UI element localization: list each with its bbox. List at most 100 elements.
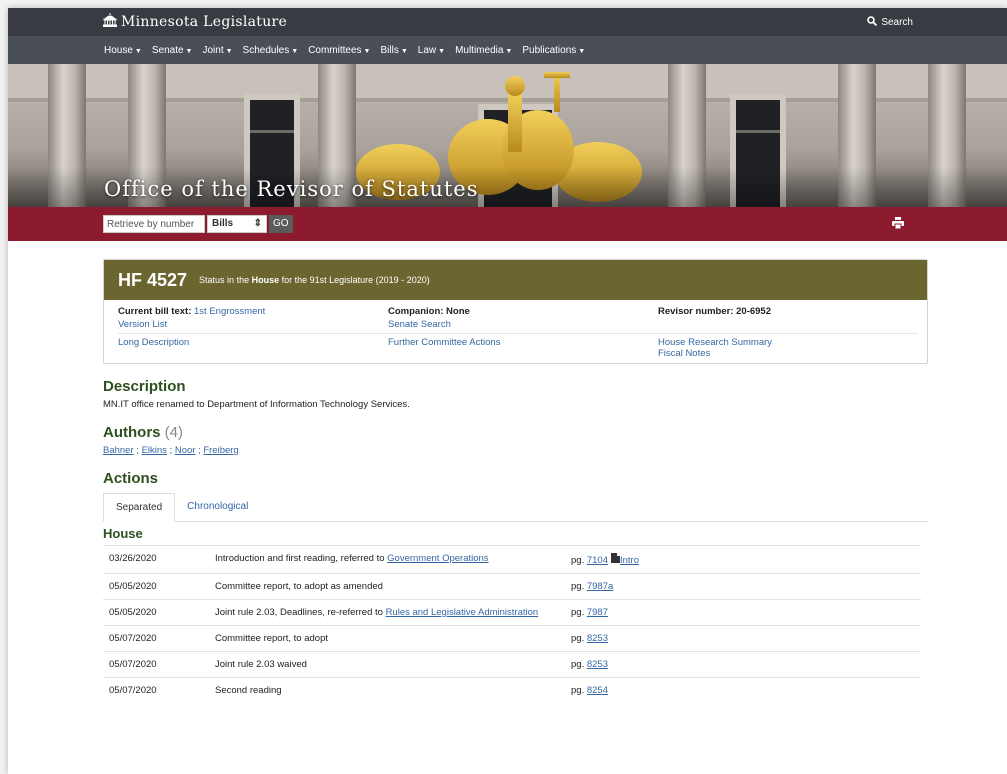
browser-page: Minnesota Legislature Search House ▼ Sena…	[8, 8, 1007, 774]
action-page: pg. 8254	[565, 677, 921, 703]
journal-page-link[interactable]: 8253	[587, 633, 608, 644]
action-description: Second reading	[209, 677, 565, 703]
table-row: 05/07/2020 Committee report, to adopt pg. …	[103, 625, 921, 652]
long-description-link[interactable]: Long Description	[118, 337, 388, 359]
caret-down-icon: ▼	[185, 47, 193, 55]
authors-heading-label: Authors	[103, 424, 161, 441]
main-nav: House ▼ Senate ▼ Joint ▼ Schedules ▼ Committ…	[8, 36, 1007, 64]
nav-label: Multimedia	[455, 44, 504, 56]
nav-committees[interactable]: Committees ▼	[308, 45, 370, 56]
author-link[interactable]: Noor	[175, 445, 196, 456]
bill-number: HF 4527	[118, 269, 188, 290]
nav-multimedia[interactable]: Multimedia ▼	[455, 45, 512, 56]
action-page: pg. 8253	[565, 651, 921, 678]
document-icon	[611, 553, 620, 566]
nav-publications[interactable]: Publications ▼	[522, 45, 585, 56]
chamber-heading: House	[103, 526, 143, 541]
journal-page-link[interactable]: 7104	[587, 555, 608, 566]
nav-label: Senate	[151, 44, 184, 56]
bill-status-text: Status in the House for the 91st Legisla…	[199, 275, 430, 285]
action-description: Committee report, to adopt	[209, 625, 565, 652]
nav-senate[interactable]: Senate ▼	[152, 45, 193, 56]
journal-page-link[interactable]: 7987	[587, 607, 608, 618]
version-list-link[interactable]: Version List	[118, 319, 388, 330]
bill-status-panel: HF 4527 Status in the House for the 91st…	[103, 259, 928, 364]
caret-down-icon: ▼	[291, 47, 299, 55]
bill-info-grid: Current bill text: 1st Engrossment Compa…	[104, 300, 927, 363]
author-link[interactable]: Bahner	[103, 445, 134, 456]
author-separator: ;	[166, 445, 175, 456]
bill-header: HF 4527 Status in the House for the 91st…	[104, 260, 927, 300]
page-prefix: pg.	[571, 633, 587, 644]
nav-schedules[interactable]: Schedules ▼	[243, 45, 299, 56]
journal-page-link[interactable]: 7987a	[587, 581, 613, 592]
retrieve-number-input[interactable]: Retrieve by number	[103, 215, 205, 233]
site-title: Minnesota Legislature	[121, 14, 288, 30]
committee-link[interactable]: Government Operations	[387, 553, 488, 564]
research-summary-link[interactable]: House Research Summary	[658, 337, 918, 348]
action-page: pg. 7987	[565, 599, 921, 626]
hero-banner: Office of the Revisor of Statutes	[8, 64, 1007, 207]
nav-label: Publications	[522, 44, 577, 56]
caret-down-icon: ▼	[134, 47, 142, 55]
revisor-number: Revisor number: 20-6952	[658, 306, 771, 317]
hero-title: Office of the Revisor of Statutes	[104, 177, 479, 201]
action-date: 05/07/2020	[103, 651, 209, 678]
action-text: Joint rule 2.03, Deadlines, re-referred …	[215, 607, 386, 618]
status-suffix: for the 91st Legislature (2019 - 2020)	[279, 275, 430, 285]
nav-bills[interactable]: Bills ▼	[380, 45, 407, 56]
caret-down-icon: ▼	[438, 47, 446, 55]
author-separator: ;	[133, 445, 142, 456]
tab-chronological[interactable]: Chronological	[175, 493, 260, 521]
author-link[interactable]: Freiberg	[203, 445, 238, 456]
select-value: Bills	[212, 218, 234, 229]
nav-law[interactable]: Law ▼	[418, 45, 445, 56]
search-icon	[867, 16, 878, 29]
further-actions-link[interactable]: Further Committee Actions	[388, 337, 658, 359]
caret-down-icon: ▼	[400, 47, 408, 55]
action-page: pg. 7104 Intro	[565, 545, 921, 574]
action-description: Introduction and first reading, referred…	[209, 545, 565, 574]
authors-heading: Authors (4)	[103, 424, 928, 441]
caret-down-icon: ▼	[363, 47, 371, 55]
page-prefix: pg.	[571, 607, 587, 618]
site-logo[interactable]: Minnesota Legislature	[102, 13, 288, 31]
nav-joint[interactable]: Joint ▼	[202, 45, 232, 56]
table-row: 05/05/2020 Committee report, to adopt as …	[103, 573, 921, 600]
current-text-link[interactable]: 1st Engrossment	[194, 306, 265, 317]
status-chamber: House	[251, 275, 280, 285]
action-description: Joint rule 2.03 waived	[209, 651, 565, 678]
action-text: Committee report, to adopt as amended	[215, 581, 383, 592]
nav-label: Committees	[308, 44, 362, 56]
tab-separated[interactable]: Separated	[103, 493, 176, 522]
table-row: 03/26/2020 Introduction and first reading…	[103, 545, 921, 574]
search-link[interactable]: Search	[867, 16, 913, 29]
senate-search-link[interactable]: Senate Search	[388, 319, 658, 330]
nav-label: Schedules	[242, 44, 290, 56]
table-row: 05/07/2020 Second reading pg. 8254	[103, 677, 921, 703]
document-type-select[interactable]: Bills ⇕	[207, 215, 267, 233]
action-page: pg. 8253	[565, 625, 921, 652]
action-date: 05/05/2020	[103, 599, 209, 626]
action-date: 03/26/2020	[103, 545, 209, 574]
retrieve-bar: Retrieve by number Bills ⇕ GO	[8, 207, 1007, 241]
journal-page-link[interactable]: 8254	[587, 685, 608, 696]
page-prefix: pg.	[571, 555, 587, 566]
journal-page-link[interactable]: 8253	[587, 659, 608, 670]
nav-label: Bills	[380, 44, 399, 56]
retrieve-form: Retrieve by number Bills ⇕ GO	[103, 215, 293, 233]
actions-heading: Actions	[103, 470, 159, 487]
table-row: 05/05/2020 Joint rule 2.03, Deadlines, re…	[103, 599, 921, 626]
intro-link[interactable]: Intro	[620, 555, 639, 566]
author-link[interactable]: Elkins	[142, 445, 167, 456]
go-button[interactable]: GO	[269, 215, 293, 233]
top-bar: Minnesota Legislature Search	[8, 8, 1007, 36]
print-icon[interactable]	[892, 217, 904, 232]
table-row: 05/07/2020 Joint rule 2.03 waived pg. 8253	[103, 651, 921, 678]
nav-house[interactable]: House ▼	[104, 45, 142, 56]
current-text-label: Current bill text:	[118, 306, 195, 317]
action-description: Joint rule 2.03, Deadlines, re-referred …	[209, 599, 565, 626]
fiscal-notes-link[interactable]: Fiscal Notes	[658, 348, 918, 359]
committee-link[interactable]: Rules and Legislative Administration	[386, 607, 539, 618]
status-prefix: Status in the	[199, 275, 252, 285]
